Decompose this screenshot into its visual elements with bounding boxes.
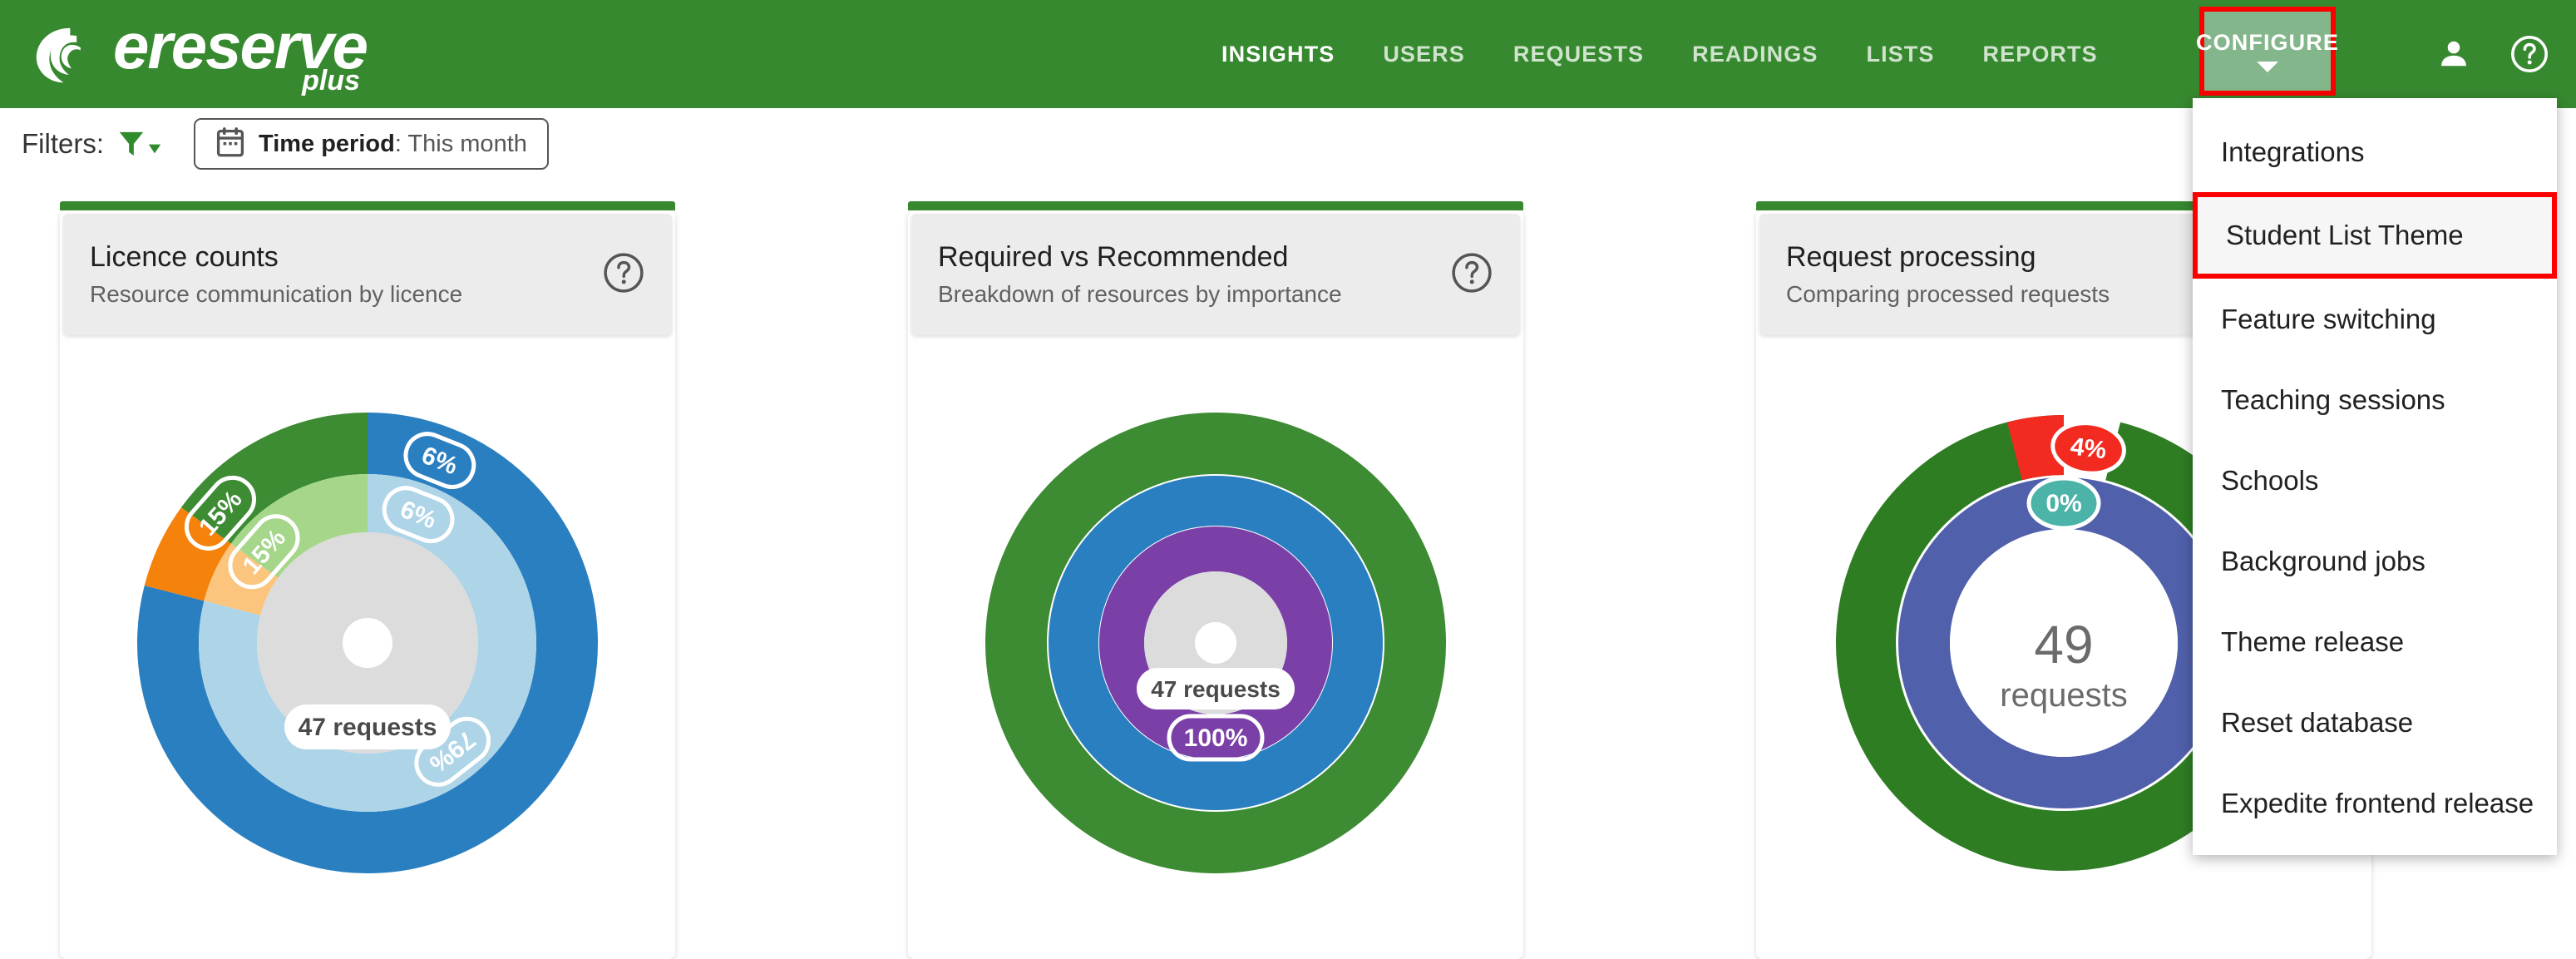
time-period-key: Time period	[259, 130, 395, 157]
time-period-filter-text: Time period: This month	[259, 131, 527, 158]
nav-item-reports[interactable]: REPORTS	[1959, 0, 2122, 108]
nav-item-configure[interactable]: CONFIGURE	[2196, 7, 2339, 96]
brand-suffix: plus	[302, 65, 360, 96]
chart-center-text: 47 requests	[1151, 676, 1281, 702]
time-period-value: : This month	[394, 130, 527, 157]
nav-item-users[interactable]: USERS	[1359, 0, 1489, 108]
card-title: Licence counts	[90, 241, 279, 274]
chart-center-text: 47 requests	[299, 714, 437, 741]
dropdown-item-expedite-frontend-release[interactable]: Expedite frontend release	[2193, 763, 2557, 843]
dropdown-item-reset-database[interactable]: Reset database	[2193, 682, 2557, 763]
svg-text:100%: 100%	[1184, 724, 1248, 752]
chart-center-label: 47 requests	[1137, 668, 1295, 709]
card-accent-bar	[60, 201, 675, 210]
dropdown-item-student-list-theme[interactable]: Student List Theme	[2193, 192, 2557, 279]
dropdown-item-schools[interactable]: Schools	[2193, 440, 2557, 521]
nav-icon-group	[2438, 0, 2549, 108]
chart-center-unit: requests	[2000, 677, 2127, 714]
chart-required-vs-recommended: 100% 47 requests	[908, 344, 1523, 959]
card-header: Required vs Recommended Breakdown of res…	[911, 214, 1520, 335]
chart-hub-hole	[1195, 622, 1236, 664]
slice-label-inner-teal: 0%	[2026, 476, 2101, 531]
nav-item-insights[interactable]: INSIGHTS	[1197, 0, 1359, 108]
spiral-swirl-logo-icon	[30, 22, 95, 87]
help-circle-icon[interactable]	[1450, 251, 1493, 299]
dropdown-item-integrations[interactable]: Integrations	[2193, 111, 2557, 192]
card-licence-counts: Licence counts Resource communication by…	[60, 201, 675, 959]
card-accent-bar	[908, 201, 1523, 210]
card-header: Licence counts Resource communication by…	[63, 214, 672, 335]
calendar-icon	[215, 126, 245, 162]
person-icon[interactable]	[2438, 36, 2470, 72]
chart-center-value: 49	[2034, 615, 2093, 675]
nav-item-configure-label: CONFIGURE	[2196, 30, 2339, 55]
card-subtitle: Breakdown of resources by importance	[938, 280, 1342, 307]
top-navigation-bar: ereserve plus INSIGHTS USERS REQUESTS RE…	[0, 0, 2576, 108]
nav-item-requests[interactable]: REQUESTS	[1489, 0, 1668, 108]
filter-funnel-icon[interactable]	[117, 128, 162, 160]
card-title: Required vs Recommended	[938, 241, 1289, 274]
card-subtitle: Comparing processed requests	[1786, 280, 2110, 307]
svg-text:4%: 4%	[2069, 433, 2108, 464]
card-subtitle: Resource communication by licence	[90, 280, 463, 307]
chart-hub-hole	[343, 618, 392, 668]
card-title: Request processing	[1786, 241, 2036, 274]
svg-text:0%: 0%	[2046, 490, 2081, 517]
sunburst-chart[interactable]: 100% 47 requests	[916, 344, 1515, 959]
dropdown-item-background-jobs[interactable]: Background jobs	[2193, 521, 2557, 601]
filter-bar: Filters: Time period: This month	[0, 108, 2576, 180]
dropdown-item-theme-release[interactable]: Theme release	[2193, 601, 2557, 682]
chart-licence-counts: 6% 15% 6% 15% 79% 47 requests	[60, 344, 675, 959]
nav-item-list: INSIGHTS USERS REQUESTS READINGS LISTS R…	[1197, 0, 2122, 108]
dropdown-item-teaching-sessions[interactable]: Teaching sessions	[2193, 359, 2557, 440]
configure-dropdown-menu: Integrations Student List Theme Feature …	[2193, 98, 2557, 855]
dropdown-item-feature-switching[interactable]: Feature switching	[2193, 279, 2557, 359]
time-period-filter-pill[interactable]: Time period: This month	[194, 118, 549, 170]
sunburst-chart[interactable]: 6% 15% 6% 15% 79% 47 requests	[68, 344, 667, 959]
brand-logo[interactable]: ereserve plus	[30, 13, 368, 96]
chart-center-label: 47 requests	[284, 704, 451, 749]
help-circle-icon[interactable]	[602, 251, 645, 299]
card-required-vs-recommended: Required vs Recommended Breakdown of res…	[908, 201, 1523, 959]
help-circle-icon[interactable]	[2509, 34, 2549, 74]
filters-label: Filters:	[22, 128, 104, 159]
nav-item-readings[interactable]: READINGS	[1668, 0, 1842, 108]
nav-item-lists[interactable]: LISTS	[1843, 0, 1959, 108]
chevron-down-icon	[2257, 62, 2278, 72]
